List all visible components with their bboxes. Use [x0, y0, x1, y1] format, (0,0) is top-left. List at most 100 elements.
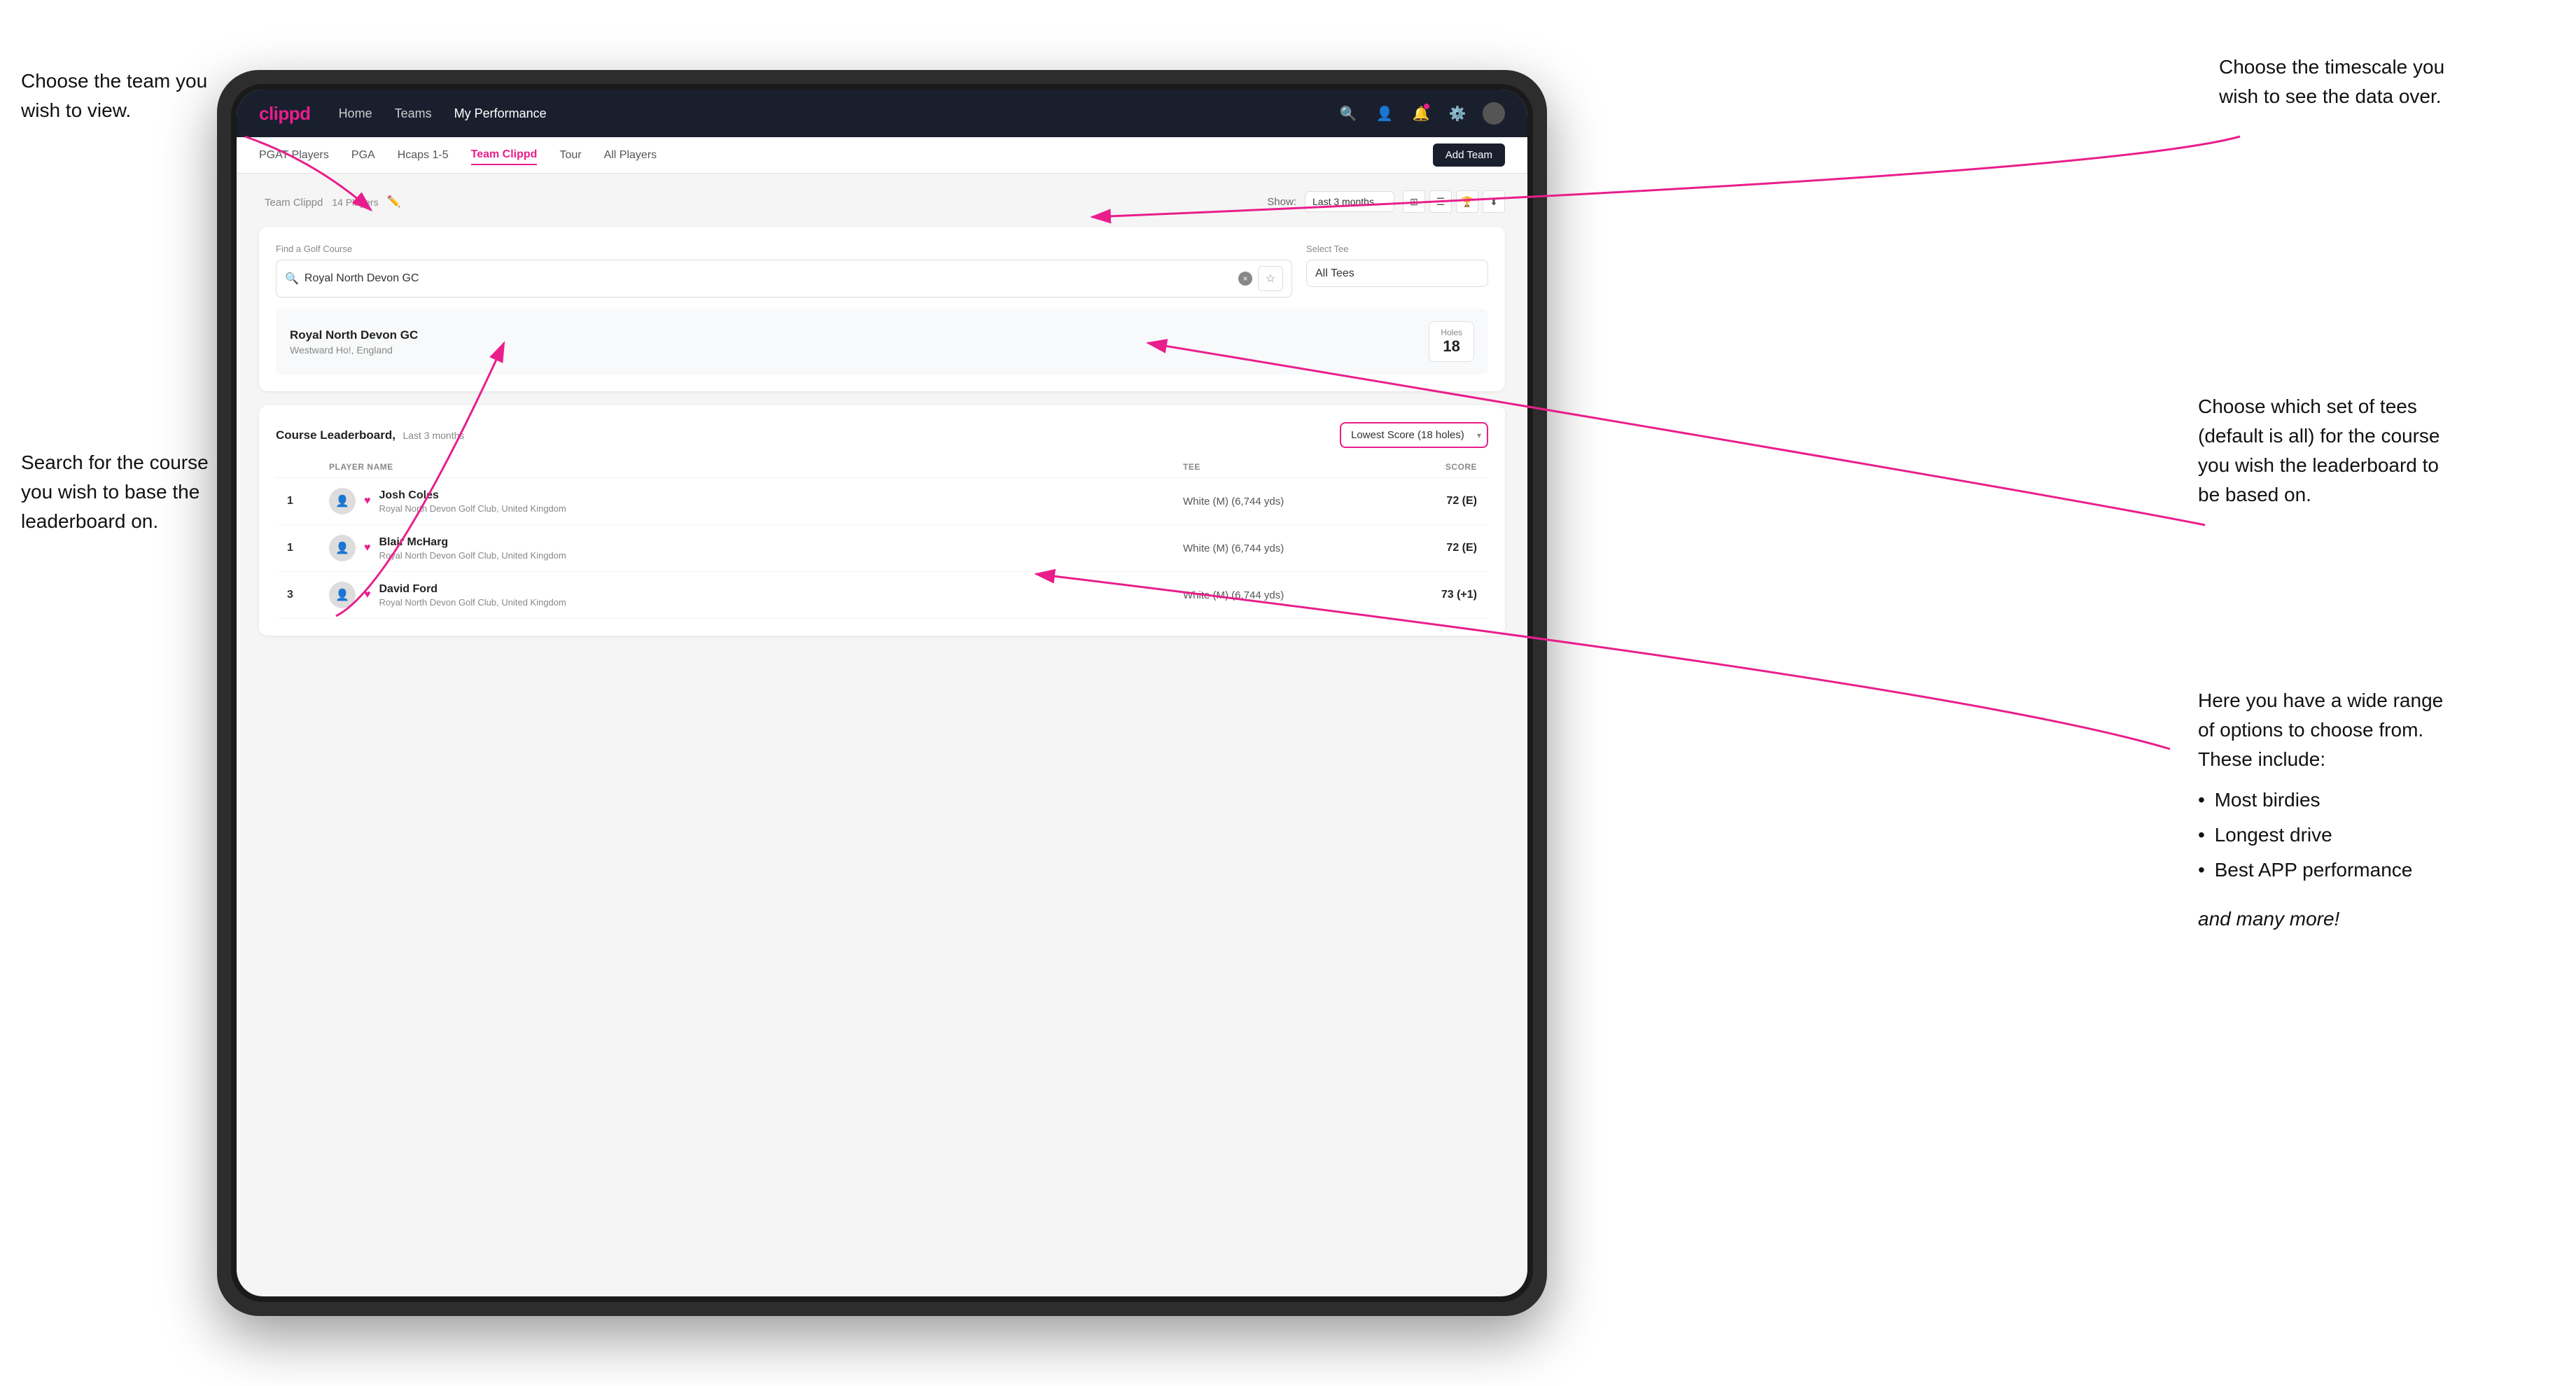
nav-teams[interactable]: Teams	[395, 106, 432, 121]
player-name-1: Josh Coles	[379, 489, 566, 502]
sub-nav-pgat[interactable]: PGAT Players	[259, 146, 329, 164]
search-icon[interactable]: 🔍	[1337, 102, 1359, 125]
holes-badge: Holes 18	[1429, 321, 1474, 362]
player-name-2: Blair McHarg	[379, 536, 566, 549]
table-header: PLAYER NAME TEE SCORE	[276, 462, 1488, 478]
main-content: Team Clippd 14 Players ✏️ Show: Last 3 m…	[237, 174, 1527, 1296]
player-tee-1: White (M) (6,744 yds)	[1183, 496, 1379, 507]
player-avatar-3: 👤	[329, 582, 356, 608]
sub-nav-pga[interactable]: PGA	[351, 146, 375, 164]
list-view-button[interactable]: ☰	[1429, 190, 1452, 213]
score-select-wrap: Lowest Score (18 holes) Most Birdies Lon…	[1340, 422, 1488, 448]
player-score-2: 72 (E)	[1379, 542, 1477, 554]
bullet-item-1: Most birdies	[2198, 783, 2548, 818]
nav-links: Home Teams My Performance	[339, 106, 1337, 121]
score-col-header: SCORE	[1379, 462, 1477, 472]
clear-search-button[interactable]: ×	[1238, 272, 1252, 286]
sub-nav-hcaps[interactable]: Hcaps 1-5	[398, 146, 449, 164]
player-name-3: David Ford	[379, 583, 566, 596]
sub-nav-all-players[interactable]: All Players	[604, 146, 657, 164]
player-rank-2: 1	[287, 542, 329, 554]
app-container: clippd Home Teams My Performance 🔍 👤 🔔 ⚙…	[237, 90, 1527, 1296]
trophy-view-button[interactable]: 🏆	[1456, 190, 1478, 213]
course-result-location: Westward Ho!, England	[290, 344, 418, 356]
player-score-3: 73 (+1)	[1379, 589, 1477, 601]
grid-view-button[interactable]: ⊞	[1403, 190, 1425, 213]
tee-col-header: TEE	[1183, 462, 1379, 472]
search-input-wrap: 🔍 × ☆	[276, 260, 1292, 298]
person-icon[interactable]: 👤	[1373, 102, 1396, 125]
rank-col-header	[287, 462, 329, 472]
settings-icon[interactable]: ⚙️	[1446, 102, 1469, 125]
player-avatar-2: 👤	[329, 535, 356, 561]
holes-label: Holes	[1441, 328, 1462, 337]
player-details-2: Blair McHarg Royal North Devon Golf Club…	[379, 536, 566, 561]
tee-col: Select Tee All Tees White (M) Yellow (M)…	[1306, 244, 1488, 287]
player-tee-3: White (M) (6,744 yds)	[1183, 589, 1379, 601]
avatar[interactable]	[1483, 102, 1505, 125]
bell-icon[interactable]: 🔔	[1410, 102, 1432, 125]
and-more-text: and many more!	[2198, 904, 2548, 934]
player-rank-1: 1	[287, 495, 329, 507]
course-result-name: Royal North Devon GC	[290, 328, 418, 342]
player-club-2: Royal North Devon Golf Club, United King…	[379, 550, 566, 561]
player-club-3: Royal North Devon Golf Club, United King…	[379, 597, 566, 608]
heart-icon-2[interactable]: ♥	[364, 542, 371, 554]
tablet-screen: clippd Home Teams My Performance 🔍 👤 🔔 ⚙…	[237, 90, 1527, 1296]
annotation-top-right: Choose the timescale youwish to see the …	[2219, 52, 2534, 111]
leaderboard-header: Course Leaderboard, Last 3 months Lowest…	[276, 422, 1488, 448]
player-tee-2: White (M) (6,744 yds)	[1183, 542, 1379, 554]
annotation-mid-right: Choose which set of tees(default is all)…	[2198, 392, 2548, 510]
tee-select[interactable]: All Tees White (M) Yellow (M) Red (L)	[1306, 260, 1488, 287]
sub-nav: PGAT Players PGA Hcaps 1-5 Team Clippd T…	[237, 137, 1527, 174]
show-label: Show:	[1267, 196, 1296, 208]
player-rank-3: 3	[287, 589, 329, 601]
team-title: Team Clippd 14 Players	[259, 195, 379, 209]
add-team-button[interactable]: Add Team	[1433, 144, 1505, 167]
tablet-inner: clippd Home Teams My Performance 🔍 👤 🔔 ⚙…	[231, 84, 1533, 1302]
leaderboard-table: PLAYER NAME TEE SCORE 1 👤	[276, 462, 1488, 619]
player-col-header: PLAYER NAME	[329, 462, 1183, 472]
download-button[interactable]: ⬇	[1483, 190, 1505, 213]
find-course-col: Find a Golf Course 🔍 × ☆	[276, 244, 1292, 298]
tee-label: Select Tee	[1306, 244, 1488, 254]
score-type-select[interactable]: Lowest Score (18 holes) Most Birdies Lon…	[1340, 422, 1488, 448]
heart-icon-1[interactable]: ♥	[364, 495, 371, 507]
sub-nav-tour[interactable]: Tour	[559, 146, 581, 164]
search-row: Find a Golf Course 🔍 × ☆ Select Tee	[276, 244, 1488, 298]
favorite-button[interactable]: ☆	[1258, 266, 1283, 291]
course-search-card: Find a Golf Course 🔍 × ☆ Select Tee	[259, 227, 1505, 391]
bullet-item-3: Best APP performance	[2198, 853, 2548, 888]
nav-icons: 🔍 👤 🔔 ⚙️	[1337, 102, 1505, 125]
view-icons: ⊞ ☰ 🏆 ⬇	[1403, 190, 1505, 213]
player-details-1: Josh Coles Royal North Devon Golf Club, …	[379, 489, 566, 514]
course-result: Royal North Devon GC Westward Ho!, Engla…	[276, 309, 1488, 374]
team-title-row: Team Clippd 14 Players ✏️	[259, 195, 400, 209]
player-info-1: 👤 ♥ Josh Coles Royal North Devon Golf Cl…	[329, 488, 1183, 514]
player-score-1: 72 (E)	[1379, 495, 1477, 507]
nav-home[interactable]: Home	[339, 106, 372, 121]
tee-select-wrap: All Tees White (M) Yellow (M) Red (L)	[1306, 260, 1488, 287]
edit-icon[interactable]: ✏️	[387, 195, 401, 209]
find-course-label: Find a Golf Course	[276, 244, 1292, 254]
holes-number: 18	[1441, 337, 1462, 356]
player-club-1: Royal North Devon Golf Club, United King…	[379, 503, 566, 514]
player-details-3: David Ford Royal North Devon Golf Club, …	[379, 583, 566, 608]
player-avatar-1: 👤	[329, 488, 356, 514]
bullet-item-2: Longest drive	[2198, 818, 2548, 853]
course-result-info: Royal North Devon GC Westward Ho!, Engla…	[290, 328, 418, 356]
leaderboard-title: Course Leaderboard,	[276, 428, 396, 442]
show-select[interactable]: Last 3 months Last month Last 6 months L…	[1305, 191, 1394, 212]
player-info-2: 👤 ♥ Blair McHarg Royal North Devon Golf …	[329, 535, 1183, 561]
nav-my-performance[interactable]: My Performance	[454, 106, 547, 121]
show-controls: Show: Last 3 months Last month Last 6 mo…	[1267, 190, 1505, 213]
leaderboard-subtitle: Last 3 months	[402, 430, 464, 441]
top-nav: clippd Home Teams My Performance 🔍 👤 🔔 ⚙…	[237, 90, 1527, 137]
sub-nav-team-clippd[interactable]: Team Clippd	[471, 146, 538, 165]
player-info-3: 👤 ♥ David Ford Royal North Devon Golf Cl…	[329, 582, 1183, 608]
course-search-input[interactable]	[304, 272, 1233, 285]
search-icon-inner: 🔍	[285, 272, 299, 286]
table-row: 3 👤 ♥ David Ford Royal North Devon Golf …	[276, 572, 1488, 619]
heart-icon-3[interactable]: ♥	[364, 589, 371, 601]
bullet-list: Most birdies Longest drive Best APP perf…	[2198, 783, 2548, 888]
